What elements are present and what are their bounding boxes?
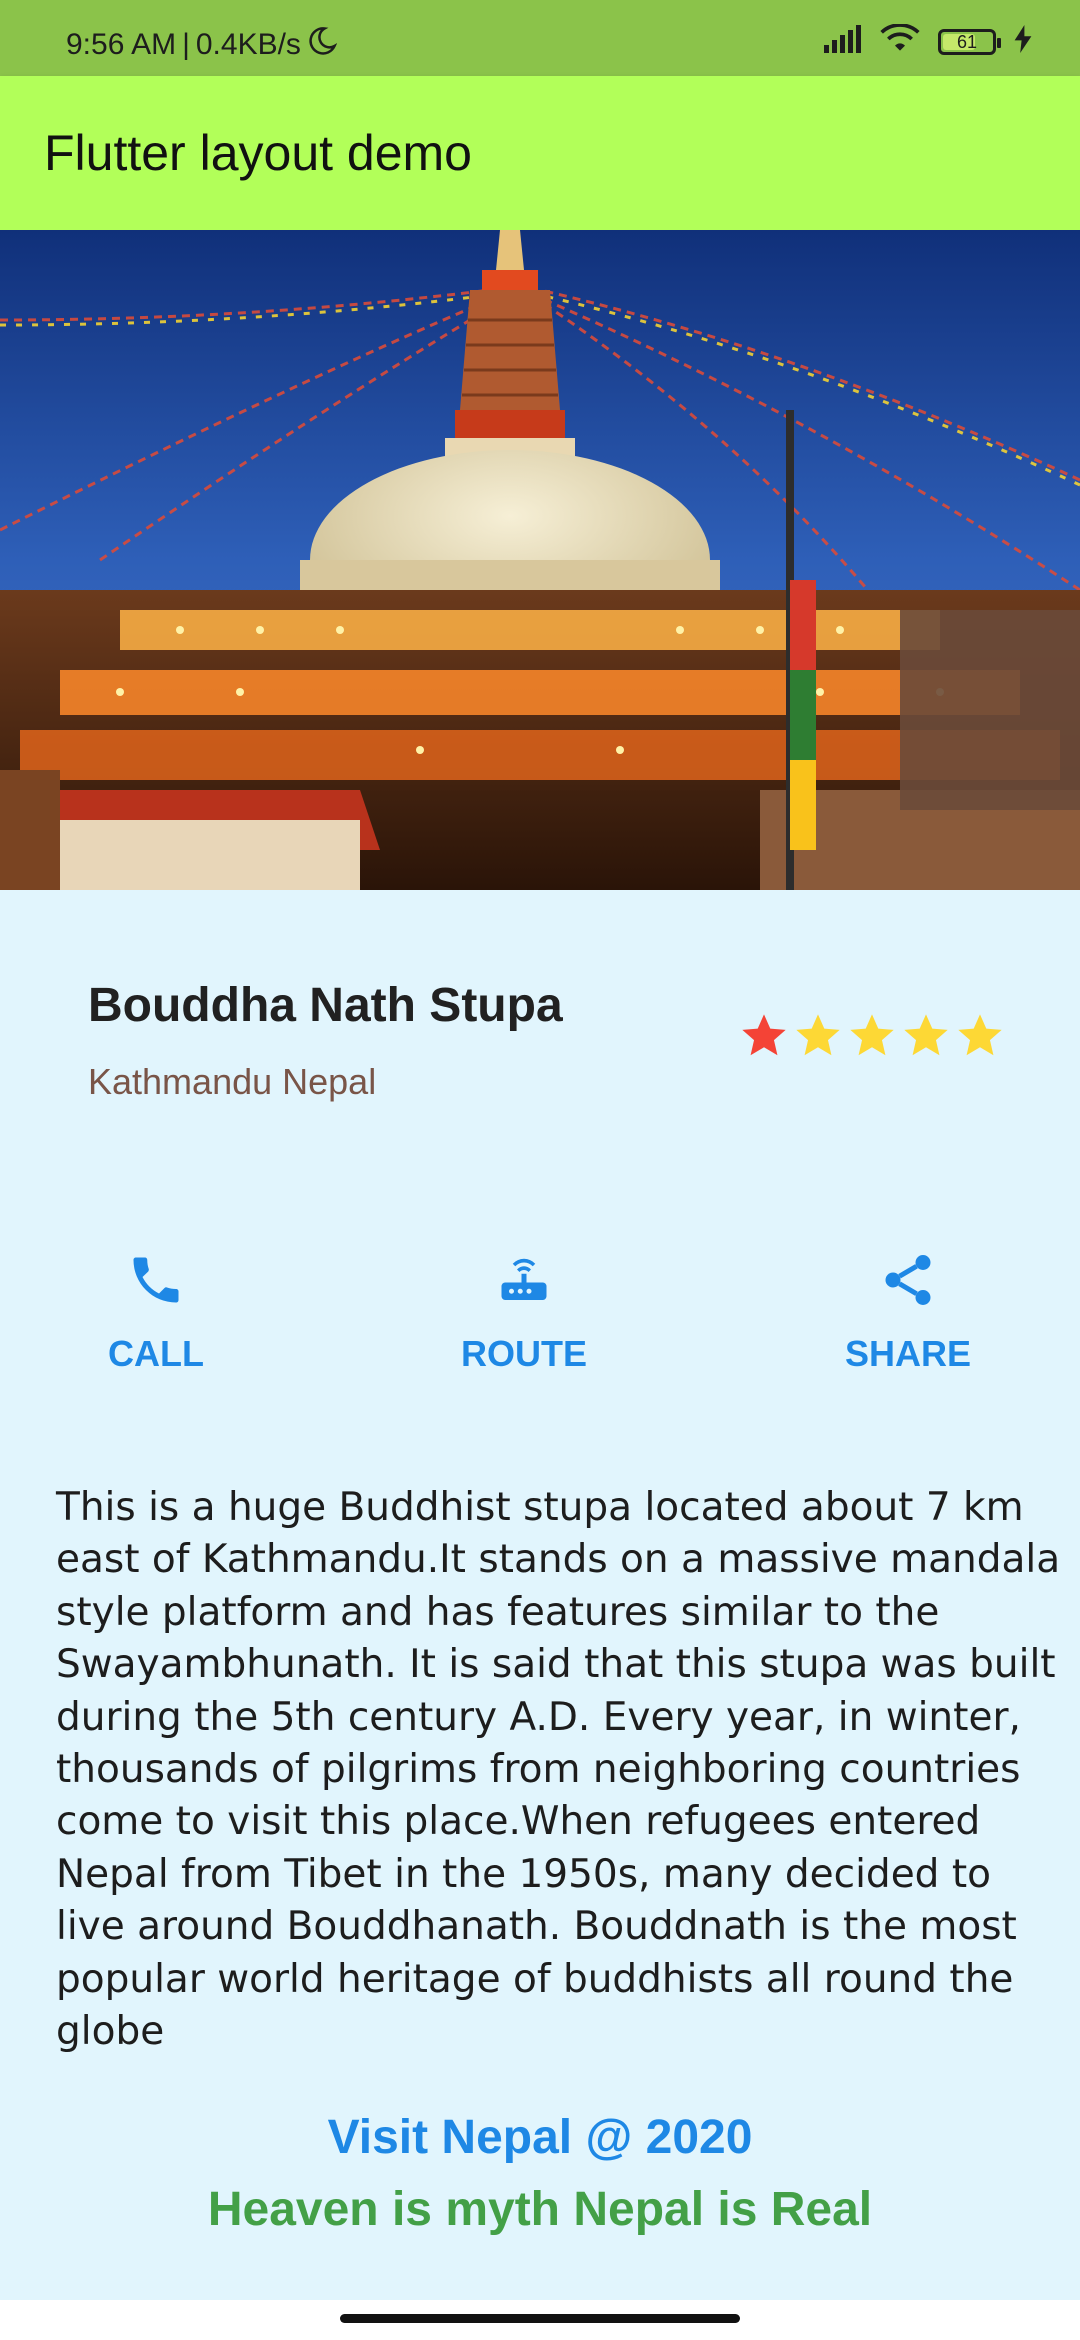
moon-icon <box>307 26 338 64</box>
route-label: ROUTE <box>461 1333 587 1374</box>
charging-icon <box>1014 25 1032 58</box>
hero-image <box>0 230 1080 890</box>
star-icon <box>954 1010 1006 1067</box>
star-icon <box>846 1010 898 1067</box>
status-time: 9:56 AM <box>66 28 177 61</box>
description-text: This is a huge Buddhist stupa located ab… <box>56 1485 1061 2055</box>
call-label: CALL <box>108 1333 204 1374</box>
share-label: SHARE <box>844 1333 972 1374</box>
wifi-icon <box>880 23 920 59</box>
battery-level: 61 <box>956 31 978 52</box>
route-button[interactable]: ROUTE <box>404 1250 644 1375</box>
app-bar: Flutter layout demo <box>0 76 1080 230</box>
action-row: CALL ROUTE SHARE <box>0 1250 1080 1410</box>
star-icon <box>900 1010 952 1067</box>
battery-icon: 61 <box>938 28 1001 55</box>
phone-icon <box>126 1257 186 1318</box>
signal-icon <box>822 25 862 58</box>
place-title: Bouddha Nath Stupa <box>88 979 563 1032</box>
app-title: Flutter layout demo <box>44 125 472 181</box>
star-icon <box>792 1010 844 1067</box>
gesture-nav-bar <box>0 2300 1080 2340</box>
status-right: 61 <box>822 23 1032 59</box>
status-bar: 9:56 AM | 0.4KB/s 61 <box>0 0 1080 76</box>
share-button[interactable]: SHARE <box>788 1250 1028 1375</box>
status-net-speed: 0.4KB/s <box>195 28 301 61</box>
place-location: Kathmandu Nepal <box>88 1061 377 1102</box>
title-block: Bouddha Nath Stupa Kathmandu Nepal <box>88 978 563 1103</box>
share-icon <box>878 1255 938 1318</box>
home-indicator[interactable] <box>340 2314 740 2323</box>
status-separator: | <box>182 28 190 61</box>
rating-stars <box>738 1010 1006 1067</box>
router-icon <box>494 1258 554 1318</box>
call-button[interactable]: CALL <box>36 1250 276 1375</box>
status-left: 9:56 AM | 0.4KB/s <box>66 26 338 64</box>
footer-tagline: Visit Nepal @ 2020 <box>327 2111 753 2164</box>
star-icon <box>738 1010 790 1067</box>
footer-slogan: Heaven is myth Nepal is Real <box>207 2183 873 2236</box>
